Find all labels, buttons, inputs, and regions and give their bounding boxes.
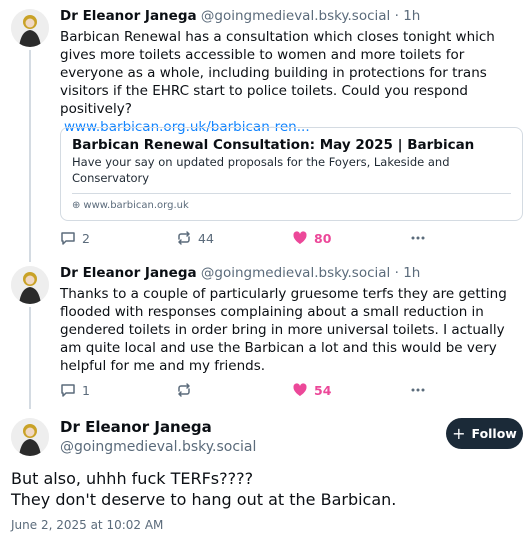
author-handle[interactable]: @goingmedieval.bsky.social <box>201 8 390 24</box>
plus-icon: + <box>452 424 466 443</box>
thread-line <box>29 307 31 409</box>
post-actions: 1 54 <box>60 380 440 400</box>
post-time[interactable]: 1h <box>403 8 420 24</box>
post-text: But also, uhhh fuck TERFs???? They don't… <box>11 468 396 510</box>
repost-icon <box>178 231 190 245</box>
follow-label: Follow <box>471 426 517 441</box>
more-icon <box>411 388 425 392</box>
avatar[interactable] <box>11 9 49 47</box>
reply-count: 1 <box>82 382 90 398</box>
post-text: Thanks to a couple of particularly grues… <box>60 285 516 375</box>
like-button[interactable]: 54 <box>292 380 331 400</box>
author-name[interactable]: Dr Eleanor Janega <box>60 418 212 436</box>
link-card-description: Have your say on updated proposals for t… <box>72 155 450 185</box>
avatar[interactable] <box>11 266 49 304</box>
reply-count: 2 <box>82 230 90 246</box>
post-header: Dr Eleanor Janega @goingmedieval.bsky.so… <box>60 264 420 282</box>
like-count: 80 <box>314 230 332 246</box>
avatar[interactable] <box>11 418 49 456</box>
post-text: Barbican Renewal has a consultation whic… <box>60 28 516 136</box>
heart-icon <box>293 231 307 244</box>
repost-button[interactable]: 44 <box>176 228 214 248</box>
reply-button[interactable]: 2 <box>60 228 90 248</box>
repost-count: 44 <box>198 230 214 246</box>
reply-icon <box>61 232 75 245</box>
post-time[interactable]: 1h <box>403 265 420 281</box>
like-button[interactable]: 80 <box>292 228 331 248</box>
more-icon <box>411 236 425 240</box>
reply-button[interactable]: 1 <box>60 380 90 400</box>
globe-icon: ⊕ <box>72 200 81 211</box>
link-card-divider <box>72 193 511 194</box>
link-card-title: Barbican Renewal Consultation: May 2025 … <box>72 137 475 153</box>
link-card-domain-text: www.barbican.org.uk <box>83 200 189 211</box>
more-button[interactable] <box>410 228 432 248</box>
post-body-line: They don't deserve to hang out at the Ba… <box>11 490 397 509</box>
link-card[interactable]: Barbican Renewal Consultation: May 2025 … <box>60 127 523 221</box>
heart-icon <box>293 383 307 396</box>
follow-button[interactable]: + Follow <box>446 418 523 449</box>
author-handle[interactable]: @goingmedieval.bsky.social <box>60 439 256 455</box>
thread-line <box>29 50 31 262</box>
more-button[interactable] <box>410 380 432 400</box>
post-body-line: But also, uhhh fuck TERFs???? <box>11 469 254 488</box>
author-handle[interactable]: @goingmedieval.bsky.social <box>201 265 390 281</box>
author-name[interactable]: Dr Eleanor Janega <box>60 265 197 281</box>
post-body: Thanks to a couple of particularly grues… <box>60 286 507 374</box>
repost-icon <box>178 383 190 397</box>
separator: · <box>394 8 399 24</box>
post-body: Barbican Renewal has a consultation whic… <box>60 29 495 117</box>
reply-icon <box>61 384 75 397</box>
post-header: Dr Eleanor Janega @goingmedieval.bsky.so… <box>60 7 420 25</box>
post-date[interactable]: June 2, 2025 at 10:02 AM <box>11 518 163 532</box>
post-actions: 2 44 80 <box>60 228 440 248</box>
like-count: 54 <box>314 382 332 398</box>
link-card-domain: ⊕ www.barbican.org.uk <box>72 200 189 211</box>
separator: · <box>394 265 399 281</box>
repost-button[interactable] <box>176 380 198 400</box>
author-name[interactable]: Dr Eleanor Janega <box>60 8 197 24</box>
